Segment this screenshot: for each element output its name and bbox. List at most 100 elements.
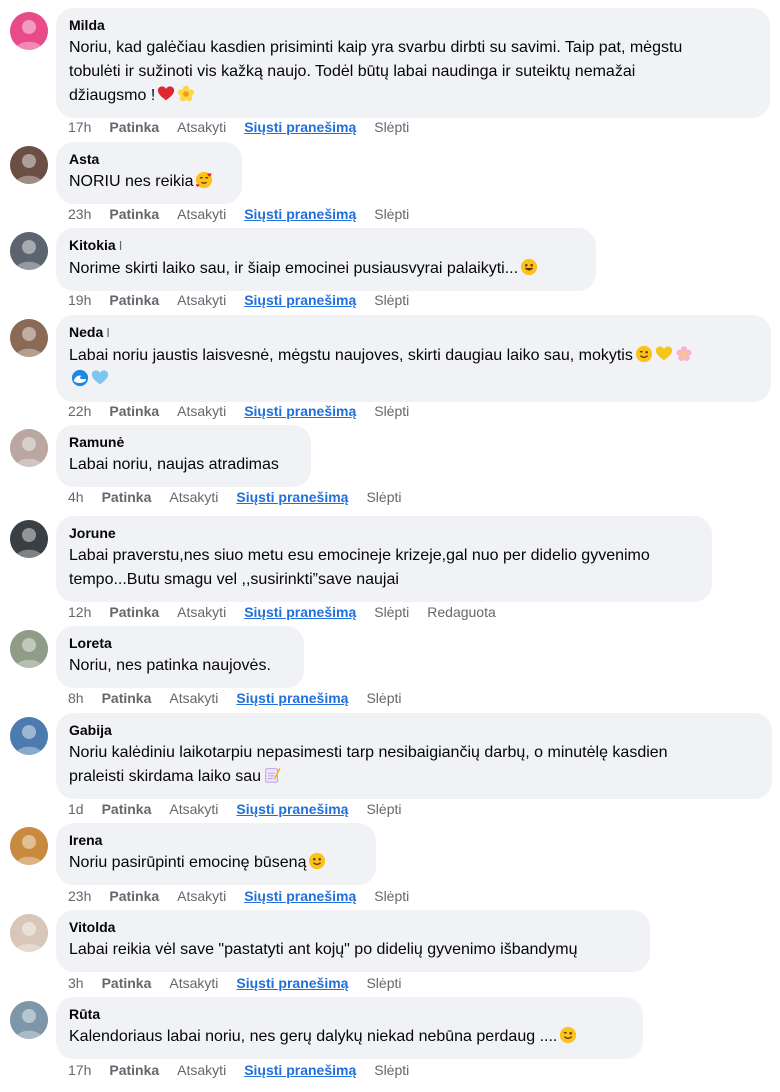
avatar[interactable]: [10, 429, 48, 467]
reply-button[interactable]: Atsakyti: [177, 1062, 226, 1078]
commenter-name-text[interactable]: Loreta: [69, 635, 112, 651]
commenter-name-text[interactable]: Rūta: [69, 1006, 100, 1022]
commenter-name-text[interactable]: Gabija: [69, 722, 112, 738]
reply-button[interactable]: Atsakyti: [177, 403, 226, 419]
like-button[interactable]: Patinka: [109, 888, 159, 904]
hide-button[interactable]: Slėpti: [374, 604, 409, 620]
like-button[interactable]: Patinka: [102, 489, 152, 505]
timestamp-link[interactable]: 17h: [68, 119, 91, 135]
send-message-link[interactable]: Siųsti pranešimą: [244, 888, 356, 904]
timestamp-link[interactable]: 4h: [68, 489, 84, 505]
commenter-name-text[interactable]: Ramunė: [69, 434, 124, 450]
comment-text-line: praleisti skirdama laiko sau: [69, 765, 759, 789]
commenter-name[interactable]: Kitokia I: [69, 236, 583, 255]
hide-button[interactable]: Slėpti: [374, 888, 409, 904]
commenter-name[interactable]: Ramunė: [69, 433, 298, 451]
send-message-link[interactable]: Siųsti pranešimą: [244, 119, 356, 135]
reply-button[interactable]: Atsakyti: [169, 801, 218, 817]
send-message-link[interactable]: Siųsti pranešimą: [244, 403, 356, 419]
commenter-name-text[interactable]: Irena: [69, 832, 102, 848]
send-message-link[interactable]: Siųsti pranešimą: [244, 206, 356, 222]
send-message-link[interactable]: Siųsti pranešimą: [244, 1062, 356, 1078]
commenter-name[interactable]: Rūta: [69, 1005, 630, 1023]
commenter-name[interactable]: Jorune: [69, 524, 699, 542]
comment-text-span: Labai praverstu,nes siuo metu esu emocin…: [69, 547, 650, 564]
avatar[interactable]: [10, 717, 48, 755]
avatar[interactable]: [10, 1001, 48, 1039]
reply-button[interactable]: Atsakyti: [169, 489, 218, 505]
avatar[interactable]: [10, 232, 48, 270]
commenter-name[interactable]: Gabija: [69, 721, 759, 739]
commenter-name-text[interactable]: Milda: [69, 17, 105, 33]
send-message-link[interactable]: Siųsti pranešimą: [236, 489, 348, 505]
comment-text-span: Noriu pasirūpinti emocinę būseną: [69, 854, 307, 871]
timestamp-link[interactable]: 23h: [68, 206, 91, 222]
hide-button[interactable]: Slėpti: [374, 206, 409, 222]
commenter-name-text[interactable]: Vitolda: [69, 919, 115, 935]
timestamp-link[interactable]: 12h: [68, 604, 91, 620]
send-message-link[interactable]: Siųsti pranešimą: [244, 292, 356, 308]
commenter-name-text[interactable]: Neda: [69, 324, 103, 340]
comment-actions: 17h Patinka Atsakyti Siųsti pranešimą Slėpti: [68, 1061, 427, 1079]
reply-button[interactable]: Atsakyti: [177, 604, 226, 620]
hide-button[interactable]: Slėpti: [374, 1062, 409, 1078]
timestamp-link[interactable]: 1d: [68, 801, 84, 817]
timestamp-link[interactable]: 22h: [68, 403, 91, 419]
like-button[interactable]: Patinka: [109, 403, 159, 419]
hide-button[interactable]: Slėpti: [366, 801, 401, 817]
avatar[interactable]: [10, 914, 48, 952]
hide-button[interactable]: Slėpti: [374, 403, 409, 419]
commenter-name[interactable]: Milda: [69, 16, 757, 34]
commenter-name[interactable]: Irena: [69, 831, 363, 849]
reply-button[interactable]: Atsakyti: [177, 119, 226, 135]
reply-button[interactable]: Atsakyti: [177, 888, 226, 904]
reply-button[interactable]: Atsakyti: [177, 206, 226, 222]
reply-button[interactable]: Atsakyti: [169, 975, 218, 991]
avatar[interactable]: [10, 146, 48, 184]
avatar[interactable]: [10, 630, 48, 668]
like-button[interactable]: Patinka: [102, 690, 152, 706]
commenter-name-text[interactable]: Asta: [69, 151, 99, 167]
send-message-link[interactable]: Siųsti pranešimą: [244, 604, 356, 620]
like-button[interactable]: Patinka: [109, 292, 159, 308]
avatar[interactable]: [10, 827, 48, 865]
hide-button[interactable]: Slėpti: [366, 975, 401, 991]
commenter-name-text[interactable]: Jorune: [69, 525, 116, 541]
like-button[interactable]: Patinka: [109, 604, 159, 620]
avatar[interactable]: [10, 12, 48, 50]
reply-button[interactable]: Atsakyti: [169, 690, 218, 706]
comment-bubble: Vitolda Labai reikia vėl save "pastatyti …: [56, 910, 650, 972]
timestamp-link[interactable]: 19h: [68, 292, 91, 308]
avatar[interactable]: [10, 319, 48, 357]
like-button[interactable]: Patinka: [102, 975, 152, 991]
avatar[interactable]: [10, 520, 48, 558]
commenter-name[interactable]: Loreta: [69, 634, 291, 652]
commenter-name-text[interactable]: Kitokia: [69, 237, 116, 253]
comment-bubble: Asta NORIU nes reikia: [56, 142, 242, 204]
like-button[interactable]: Patinka: [109, 1062, 159, 1078]
comment-text: Noriu, kad galėčiau kasdien prisiminti k…: [69, 36, 757, 108]
commenter-name[interactable]: Vitolda: [69, 918, 637, 936]
like-button[interactable]: Patinka: [109, 119, 159, 135]
timestamp-link[interactable]: 23h: [68, 888, 91, 904]
timestamp-link[interactable]: 3h: [68, 975, 84, 991]
like-button[interactable]: Patinka: [102, 801, 152, 817]
commenter-name[interactable]: Asta: [69, 150, 229, 168]
smile-emoji-icon: [308, 852, 326, 870]
commenter-name[interactable]: Neda I: [69, 323, 758, 342]
hide-button[interactable]: Slėpti: [366, 690, 401, 706]
like-button[interactable]: Patinka: [109, 206, 159, 222]
timestamp-link[interactable]: 8h: [68, 690, 84, 706]
comment-text-span: tobulėti ir sužinoti vis kažką naujo. To…: [69, 63, 636, 80]
send-message-link[interactable]: Siųsti pranešimą: [236, 801, 348, 817]
send-message-link[interactable]: Siųsti pranešimą: [236, 690, 348, 706]
timestamp-link[interactable]: 17h: [68, 1062, 91, 1078]
hide-button[interactable]: Slėpti: [366, 489, 401, 505]
comment-text-span: Norime skirti laiko sau, ir šiaip emocin…: [69, 260, 519, 277]
reply-button[interactable]: Atsakyti: [177, 292, 226, 308]
hide-button[interactable]: Slėpti: [374, 292, 409, 308]
hide-button[interactable]: Slėpti: [374, 119, 409, 135]
comment-actions: 23h Patinka Atsakyti Siųsti pranešimą Slėpti: [68, 887, 427, 905]
comment-bubble: Gabija Noriu kalėdiniu laikotarpiu nepasi…: [56, 713, 772, 799]
send-message-link[interactable]: Siųsti pranešimą: [236, 975, 348, 991]
